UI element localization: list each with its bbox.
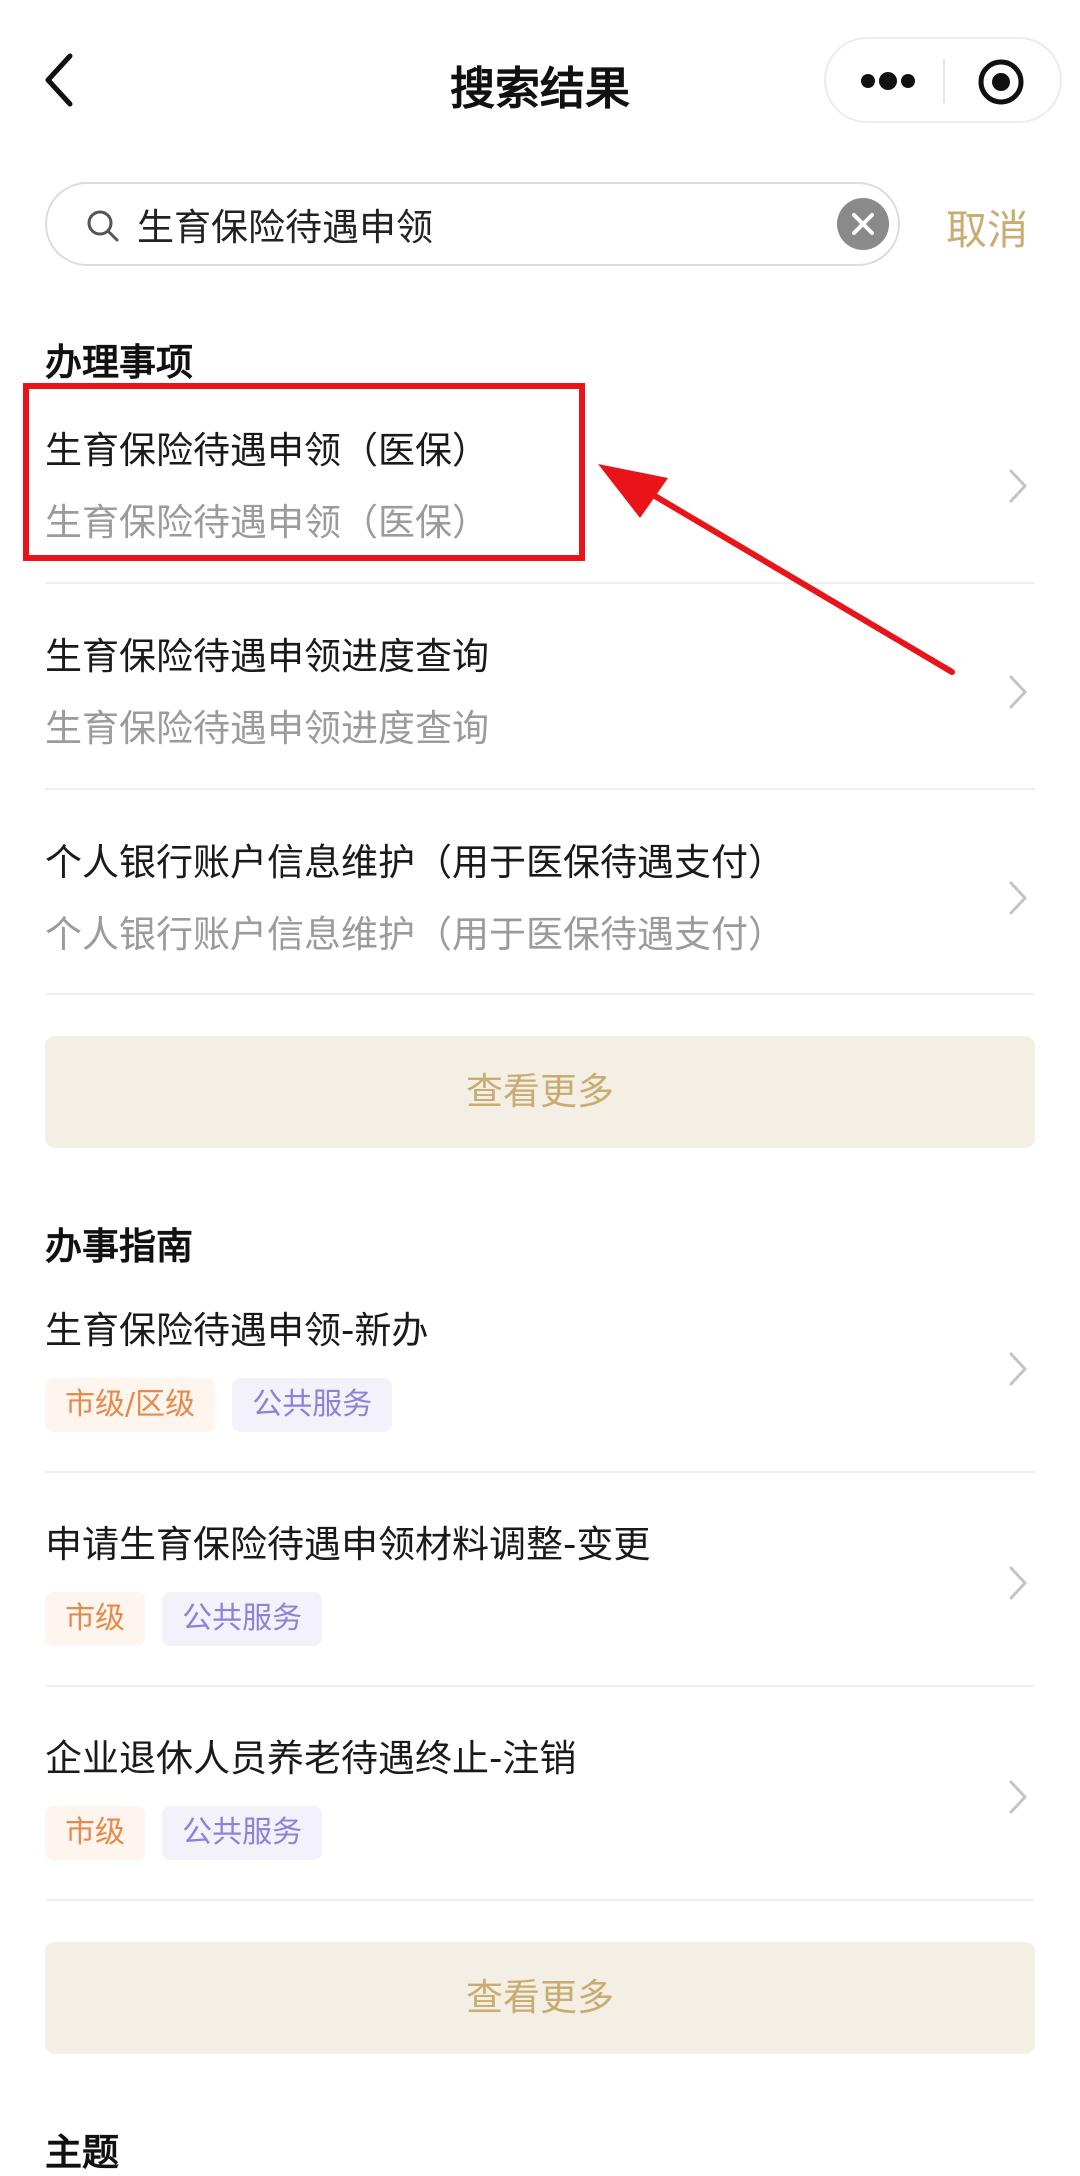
section-title-topics: 主题 [45, 2131, 119, 2174]
tag-service: 公共服务 [232, 1378, 393, 1432]
clear-icon [852, 213, 874, 235]
item-title: 生育保险待遇申领-新办 [45, 1309, 429, 1352]
chevron-right-icon [1009, 1780, 1027, 1814]
cancel-button[interactable]: 取消 [946, 196, 1028, 256]
tag-service: 公共服务 [162, 1592, 323, 1646]
divider [45, 1685, 1035, 1687]
tag-level: 市级/区级 [45, 1378, 216, 1432]
tag-service: 公共服务 [162, 1806, 323, 1860]
divider [45, 1471, 1035, 1473]
search-bar [45, 182, 900, 266]
list-item[interactable]: 申请生育保险待遇申领材料调整-变更 市级 公共服务 [45, 1508, 1035, 1658]
clear-search-button[interactable] [837, 198, 889, 250]
divider [45, 788, 1035, 790]
tag-level: 市级 [45, 1592, 145, 1646]
item-subtitle: 生育保险待遇申领进度查询 [45, 707, 489, 750]
mini-program-capsule [824, 37, 1062, 123]
annotation-arrow [598, 464, 955, 675]
divider [45, 1899, 1035, 1901]
close-mini-program-button[interactable] [976, 57, 1026, 107]
search-icon [85, 208, 121, 244]
more-button[interactable] [858, 69, 918, 93]
view-more-guides-button[interactable]: 查看更多 [45, 1942, 1035, 2054]
view-more-matters-button[interactable]: 查看更多 [45, 1036, 1035, 1148]
item-title: 企业退休人员养老待遇终止-注销 [45, 1737, 577, 1780]
capsule-divider [943, 59, 945, 103]
tag-list: 市级/区级 公共服务 [45, 1378, 393, 1432]
search-input[interactable] [137, 194, 787, 254]
more-dots-icon [861, 72, 915, 90]
section-title-matters: 办理事项 [45, 341, 193, 384]
section-title-guides: 办事指南 [45, 1225, 193, 1268]
list-item[interactable]: 企业退休人员养老待遇终止-注销 市级 公共服务 [45, 1722, 1035, 1872]
chevron-right-icon [1009, 1352, 1027, 1386]
list-item[interactable]: 个人银行账户信息维护（用于医保待遇支付） 个人银行账户信息维护（用于医保待遇支付… [45, 822, 1035, 972]
target-circle-icon [978, 59, 1024, 105]
chevron-right-icon [1009, 881, 1027, 915]
item-title: 个人银行账户信息维护（用于医保待遇支付） [45, 841, 785, 884]
divider [45, 993, 1035, 995]
tag-list: 市级 公共服务 [45, 1592, 323, 1646]
chevron-right-icon [1009, 469, 1027, 503]
list-item[interactable]: 生育保险待遇申领-新办 市级/区级 公共服务 [45, 1294, 1035, 1444]
chevron-right-icon [1009, 675, 1027, 709]
chevron-right-icon [1009, 1566, 1027, 1600]
item-subtitle: 个人银行账户信息维护（用于医保待遇支付） [45, 913, 785, 956]
highlight-box [23, 383, 585, 561]
tag-level: 市级 [45, 1806, 145, 1860]
item-title: 生育保险待遇申领进度查询 [45, 635, 489, 678]
item-title: 申请生育保险待遇申领材料调整-变更 [45, 1523, 651, 1566]
tag-list: 市级 公共服务 [45, 1806, 323, 1860]
